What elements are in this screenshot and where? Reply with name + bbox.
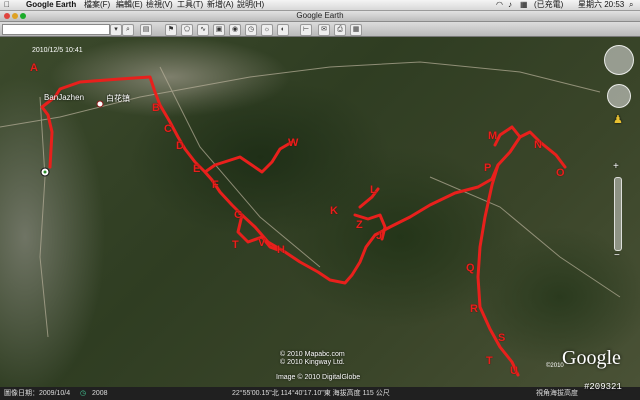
cursor-coordinates: 22°55'00.15"北 114°40'17.10"東 海拔高度 115 公尺 — [232, 390, 390, 397]
zoom-slider[interactable] — [614, 177, 622, 251]
battery-status[interactable]: (已充電) — [534, 0, 563, 10]
route-marker-p[interactable]: P — [484, 162, 491, 174]
historical-imagery-icon[interactable]: ◷ — [80, 387, 86, 400]
placemark-icon[interactable]: ⚑ — [165, 24, 177, 36]
route-marker-e[interactable]: E — [193, 163, 200, 175]
menu-help[interactable]: 說明(H) — [237, 0, 264, 10]
menu-file[interactable]: 檔案(F) — [84, 0, 110, 10]
menu-add[interactable]: 新增(A) — [207, 0, 234, 10]
app-name-menu[interactable]: Google Earth — [26, 0, 76, 10]
imagery-year: 2008 — [92, 390, 108, 397]
minimize-window-button[interactable] — [12, 13, 18, 19]
menu-view[interactable]: 檢視(V) — [146, 0, 173, 10]
sidebar-toggle-icon[interactable]: ▤ — [140, 24, 152, 36]
watermark: #209321 — [584, 382, 622, 392]
route-marker-f[interactable]: F — [212, 179, 219, 191]
route-marker-b[interactable]: B — [152, 102, 160, 114]
route-marker-z[interactable]: Z — [356, 219, 363, 231]
toolbar: ▾ ⌕ ▤ ⚑ ⬠ ∿ ▣ ◉ ◷ ☼ ◐ ⊢ ✉ ⎙ ▦ — [0, 22, 640, 37]
search-dropdown-icon[interactable]: ▾ — [110, 24, 122, 36]
copyright-line: © 2010 Kingway Ltd. — [280, 359, 345, 366]
route-marker-g[interactable]: G — [234, 209, 243, 221]
email-icon[interactable]: ✉ — [318, 24, 330, 36]
route-marker-d[interactable]: D — [176, 140, 184, 152]
status-bar: 圖像日期：2009/10/4 ◷ 2008 22°55'00.15"北 114°… — [0, 387, 640, 400]
path-icon[interactable]: ∿ — [197, 24, 209, 36]
route-marker-t[interactable]: T — [486, 355, 493, 367]
route-marker-a[interactable]: A — [30, 62, 38, 74]
apple-menu-icon[interactable]:  — [4, 0, 10, 10]
route-overlay — [0, 61, 621, 377]
route-marker-j[interactable]: J — [376, 230, 382, 242]
route-marker-w[interactable]: W — [288, 137, 298, 149]
print-icon[interactable]: ⎙ — [334, 24, 346, 36]
route-marker-u[interactable]: U — [510, 365, 518, 377]
window-title: Google Earth — [296, 11, 344, 20]
place-label-zh[interactable]: 白花镇 — [106, 93, 130, 104]
google-logo-year: ©2010 — [546, 363, 564, 369]
route-marker-m[interactable]: M — [488, 130, 497, 142]
tour-icon[interactable]: ◉ — [229, 24, 241, 36]
menu-bar:  Google Earth 檔案(F) 編輯(E) 檢視(V) 工具(T) 新… — [0, 0, 640, 11]
eye-altitude-label: 視角海拔高度 — [536, 390, 578, 397]
map-view[interactable]: 2010/12/5 10:41 BanJazhen 白花镇 A BCDEF G T VH… — [0, 37, 640, 387]
google-logo: Google — [562, 347, 621, 369]
overlay-icon[interactable]: ▣ — [213, 24, 225, 36]
route-marker-c[interactable]: C — [164, 123, 172, 135]
imagery-timestamp: 2010/12/5 10:41 — [32, 47, 83, 54]
imagery-date: 圖像日期：2009/10/4 — [4, 390, 71, 397]
road-line — [159, 66, 321, 268]
route-marker-o[interactable]: O — [556, 167, 565, 179]
copyright-line: Image © 2010 DigitalGlobe — [276, 374, 361, 381]
close-window-button[interactable] — [4, 13, 10, 19]
menu-tools[interactable]: 工具(T) — [177, 0, 203, 10]
wifi-icon[interactable]: ◠ — [496, 0, 503, 10]
spotlight-icon[interactable]: ⌕ — [629, 0, 633, 10]
route-marker-s[interactable]: S — [498, 332, 505, 344]
window-titlebar: Google Earth — [0, 11, 640, 22]
move-joystick[interactable] — [607, 84, 631, 108]
road-line — [0, 61, 601, 128]
zoom-out-icon[interactable]: − — [614, 250, 620, 261]
route-marker-k[interactable]: K — [330, 205, 338, 217]
street-view-icon[interactable]: ♟ — [613, 113, 623, 126]
route-marker-t[interactable]: T — [232, 239, 239, 251]
search-icon[interactable]: ⌕ — [122, 24, 134, 36]
zoom-window-button[interactable] — [20, 13, 26, 19]
place-label-en[interactable]: BanJazhen — [44, 93, 84, 102]
clock[interactable]: 星期六 20:53 — [578, 0, 624, 10]
planet-icon[interactable]: ◐ — [277, 24, 289, 36]
sun-icon[interactable]: ☼ — [261, 24, 273, 36]
place-marker-icon — [96, 100, 104, 108]
copyright-line: © 2010 Mapabc.com — [280, 351, 345, 358]
ruler-icon[interactable]: ⊢ — [300, 24, 312, 36]
look-joystick[interactable] — [604, 45, 634, 75]
route-marker-v[interactable]: V — [258, 237, 265, 249]
map-icon[interactable]: ▦ — [350, 24, 362, 36]
history-icon[interactable]: ◷ — [245, 24, 257, 36]
polygon-icon[interactable]: ⬠ — [181, 24, 193, 36]
road-line — [39, 96, 49, 338]
flag-icon[interactable]: ▦ — [520, 0, 528, 10]
route-marker-h[interactable]: H — [277, 244, 285, 256]
route-marker-n[interactable]: N — [534, 139, 542, 151]
zoom-in-icon[interactable]: + — [613, 161, 619, 172]
route-marker-r[interactable]: R — [470, 303, 478, 315]
menu-edit[interactable]: 編輯(E) — [116, 0, 143, 10]
route-marker-l[interactable]: L — [370, 184, 377, 196]
route-path — [40, 75, 567, 285]
volume-icon[interactable]: ♪ — [508, 0, 512, 10]
road-line — [429, 176, 621, 298]
route-marker-q[interactable]: Q — [466, 262, 475, 274]
search-input[interactable] — [2, 24, 110, 35]
